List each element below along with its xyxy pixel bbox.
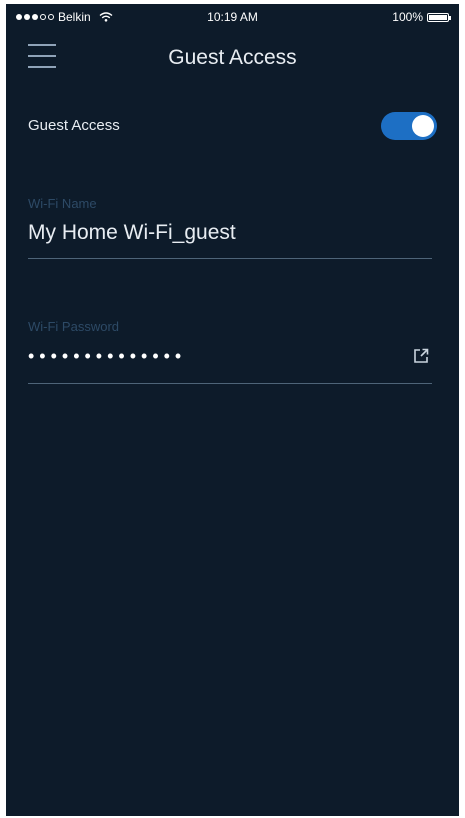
- status-time: 10:19 AM: [207, 10, 258, 24]
- status-bar: Belkin 10:19 AM 100%: [6, 4, 459, 30]
- guest-access-row: Guest Access: [28, 108, 437, 144]
- wifi-password-value[interactable]: ••••••••••••••: [28, 346, 432, 367]
- wifi-password-label: Wi-Fi Password: [28, 319, 120, 334]
- page-title: Guest Access: [168, 46, 297, 69]
- wifi-name-label: Wi-Fi Name: [28, 196, 97, 211]
- wifi-name-field[interactable]: Wi-Fi Name My Home Wi-Fi_guest: [28, 196, 432, 260]
- nav-bar: Guest Access: [6, 34, 459, 84]
- wifi-name-underline: [28, 258, 432, 259]
- toggle-knob: [412, 115, 434, 137]
- wifi-password-underline: [28, 383, 432, 384]
- status-right: 100%: [392, 10, 451, 24]
- wifi-name-value[interactable]: My Home Wi-Fi_guest: [28, 221, 432, 245]
- battery-icon: [427, 12, 451, 22]
- share-icon[interactable]: [412, 347, 430, 365]
- wifi-password-field[interactable]: Wi-Fi Password ••••••••••••••: [28, 319, 432, 385]
- guest-access-toggle[interactable]: [381, 112, 437, 140]
- app-screen: Belkin 10:19 AM 100% Guest Access Guest …: [6, 4, 459, 816]
- guest-access-label: Guest Access: [28, 117, 120, 134]
- battery-percent: 100%: [392, 10, 423, 24]
